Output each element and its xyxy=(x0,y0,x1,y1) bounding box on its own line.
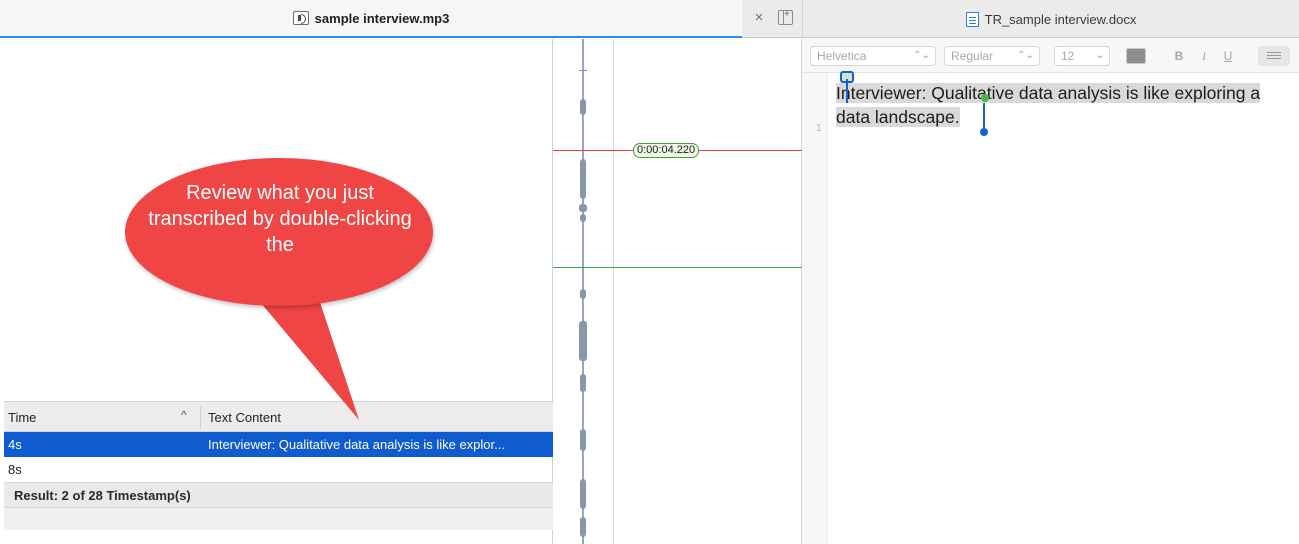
font-size-select[interactable]: 12 ⌄ xyxy=(1054,46,1110,66)
font-family-select[interactable]: Helvetica ⌃⌄ xyxy=(810,46,936,66)
column-header-text-content[interactable]: Text Content xyxy=(208,410,281,425)
table-header: Time ^ Text Content xyxy=(4,401,553,432)
waveform-peak xyxy=(579,321,587,361)
waveform-tick xyxy=(579,70,587,71)
document-file-icon xyxy=(965,11,979,27)
waveform-pane[interactable] xyxy=(553,39,802,544)
selection-end-cursor[interactable] xyxy=(983,103,985,130)
row-text: Interviewer: Qualitative data analysis i… xyxy=(208,437,505,452)
chevron-down-icon: ⌄ xyxy=(1095,50,1104,61)
waveform-peak xyxy=(580,214,586,222)
selection-handle[interactable] xyxy=(980,128,988,136)
waveform-peak xyxy=(580,479,586,509)
waveform-peak xyxy=(580,159,586,199)
waveform-peak xyxy=(580,289,586,299)
tab-audio-file[interactable]: sample interview.mp3 xyxy=(0,0,742,38)
tab-document-file[interactable]: TR_sample interview.docx xyxy=(802,0,1299,38)
line-number-gutter: 1 xyxy=(802,73,828,544)
line-number: 1 xyxy=(816,123,822,134)
font-family-value: Helvetica xyxy=(817,49,867,63)
result-count-bar: Result: 2 of 28 Timestamp(s) xyxy=(4,482,553,508)
row-time: 4s xyxy=(8,437,22,452)
underline-button[interactable]: U xyxy=(1218,46,1238,66)
waveform-peak xyxy=(579,204,587,212)
sort-ascending-icon[interactable]: ^ xyxy=(181,408,187,422)
audio-file-icon xyxy=(292,11,309,25)
text-color-swatch[interactable] xyxy=(1126,48,1146,64)
timestamp-marker-line[interactable] xyxy=(553,267,802,268)
waveform-peak xyxy=(580,99,586,115)
table-empty-area xyxy=(4,508,553,530)
align-left-icon[interactable] xyxy=(1258,46,1290,66)
row-time: 8s xyxy=(8,462,22,477)
stepper-icon: ⌃⌄ xyxy=(913,50,930,61)
italic-button[interactable]: I xyxy=(1194,46,1214,66)
format-toolbar: Helvetica ⌃⌄ Regular ⌃⌄ 12 ⌄ B I U xyxy=(802,39,1299,73)
callout-text: Review what you just transcribed by doub… xyxy=(148,182,412,256)
font-style-select[interactable]: Regular ⌃⌄ xyxy=(944,46,1040,66)
document-body[interactable]: Interviewer: Qualitative data analysis i… xyxy=(836,81,1291,129)
result-count: Result: 2 of 28 Timestamp(s) xyxy=(14,488,191,503)
selection-start-cursor[interactable] xyxy=(846,79,848,103)
selected-transcript-text[interactable]: Interviewer: Qualitative data analysis i… xyxy=(836,83,1261,127)
column-header-time[interactable]: Time xyxy=(8,410,36,425)
playhead-time-label: 0:00:04.220 xyxy=(633,143,700,158)
timestamp-table: Time ^ Text Content 4s Interviewer: Qual… xyxy=(4,401,553,530)
column-divider[interactable] xyxy=(200,406,201,428)
document-pane: Helvetica ⌃⌄ Regular ⌃⌄ 12 ⌄ B I U 1 Int… xyxy=(802,39,1299,544)
split-view-icon[interactable] xyxy=(778,9,793,25)
font-size-value: 12 xyxy=(1061,49,1075,63)
stepper-icon: ⌃⌄ xyxy=(1017,50,1034,61)
tab-bar: sample interview.mp3 × TR_sample intervi… xyxy=(0,0,1299,38)
tab-document-title: TR_sample interview.docx xyxy=(984,11,1137,27)
waveform-peak xyxy=(580,429,586,451)
waveform-peak xyxy=(580,517,586,537)
table-row[interactable]: 8s xyxy=(4,457,553,482)
waveform-divider xyxy=(613,39,614,544)
waveform-peak xyxy=(580,374,586,392)
selection-handle[interactable] xyxy=(981,94,989,102)
font-style-value: Regular xyxy=(951,49,994,63)
bold-button[interactable]: B xyxy=(1169,46,1189,66)
tab-audio-title: sample interview.mp3 xyxy=(314,10,450,26)
close-tab-icon[interactable]: × xyxy=(751,10,767,26)
table-row[interactable]: 4s Interviewer: Qualitative data analysi… xyxy=(4,432,553,457)
